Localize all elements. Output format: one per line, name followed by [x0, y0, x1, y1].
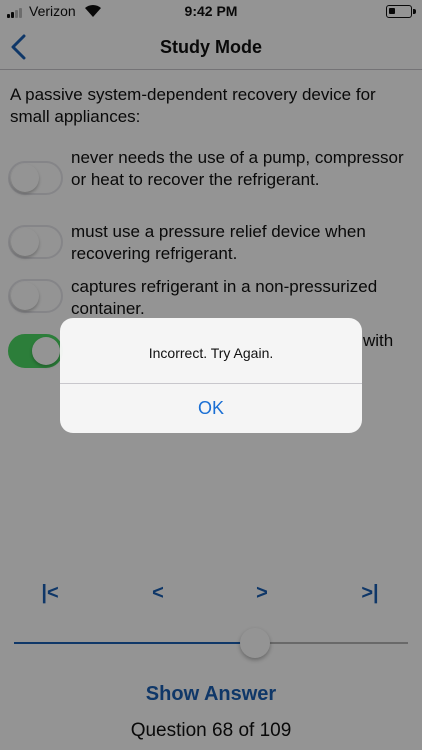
alert-dialog: Incorrect. Try Again. OK [60, 318, 362, 433]
alert-message: Incorrect. Try Again. [148, 345, 274, 361]
alert-ok-button[interactable]: OK [60, 384, 362, 433]
